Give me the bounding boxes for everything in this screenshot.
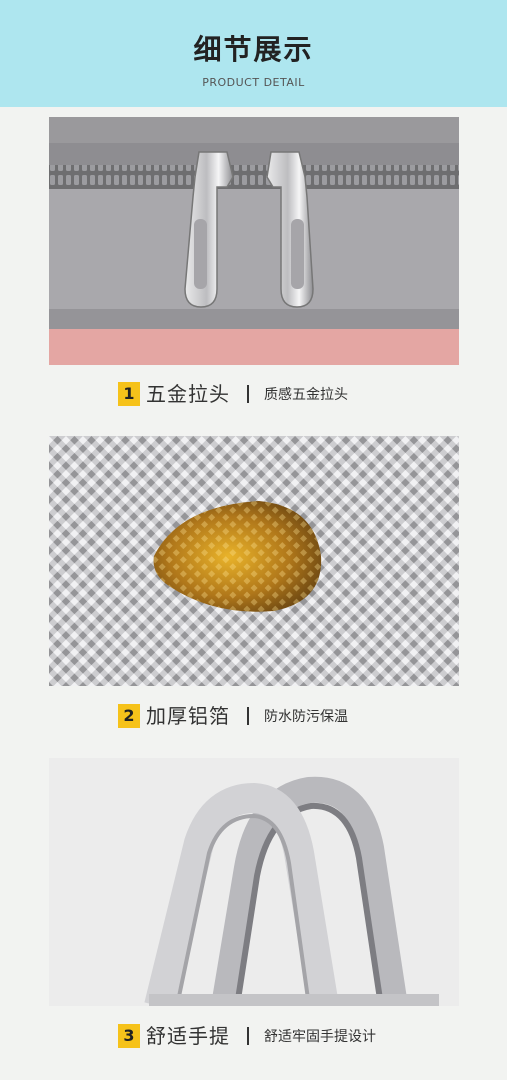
detail-number-badge: 3 — [118, 1024, 140, 1048]
detail-description: 防水防污保温 — [264, 709, 348, 725]
detail-caption-3: 3 舒适手提 舒适牢固手提设计 — [0, 1022, 507, 1052]
detail-number-badge: 1 — [118, 382, 140, 406]
zipper-photo — [49, 117, 459, 365]
page-header: 细节展示 PRODUCT DETAIL — [0, 0, 507, 107]
caption-separator — [247, 707, 249, 725]
detail-caption-2: 2 加厚铝箔 防水防污保温 — [0, 702, 507, 732]
detail-title: 五金拉头 — [146, 382, 230, 406]
handles-photo — [49, 758, 459, 1006]
detail-caption-1: 1 五金拉头 质感五金拉头 — [0, 380, 507, 410]
caption-separator — [247, 385, 249, 403]
detail-number-badge: 2 — [118, 704, 140, 728]
page-subtitle: PRODUCT DETAIL — [202, 76, 305, 89]
detail-description: 质感五金拉头 — [264, 387, 348, 403]
detail-title: 加厚铝箔 — [146, 704, 230, 728]
page-title: 细节展示 — [193, 33, 314, 66]
caption-separator — [247, 1027, 249, 1045]
foil-photo — [49, 436, 459, 686]
detail-description: 舒适牢固手提设计 — [264, 1029, 376, 1045]
detail-title: 舒适手提 — [146, 1024, 230, 1048]
